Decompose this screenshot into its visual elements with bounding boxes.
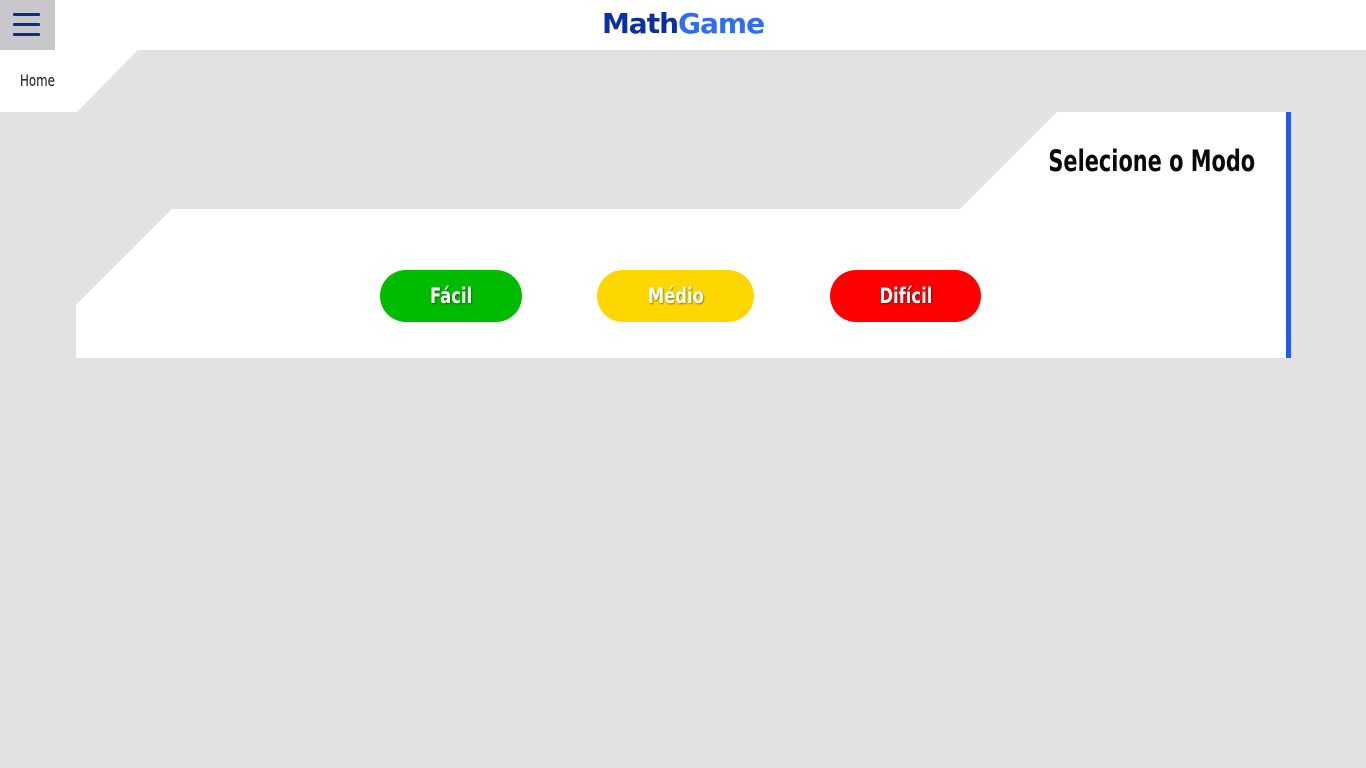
mode-panel-shape bbox=[76, 112, 1286, 358]
hard-mode-label: Difícil bbox=[879, 284, 932, 308]
easy-mode-button[interactable]: Fácil bbox=[380, 270, 522, 322]
panel-title: Selecione o Modo bbox=[1048, 144, 1255, 178]
medium-mode-button[interactable]: Médio bbox=[597, 270, 754, 322]
medium-mode-label: Médio bbox=[647, 284, 704, 308]
hard-mode-button[interactable]: Difícil bbox=[830, 270, 981, 322]
easy-mode-label: Fácil bbox=[429, 284, 473, 308]
panel-accent-bar bbox=[1286, 112, 1291, 358]
